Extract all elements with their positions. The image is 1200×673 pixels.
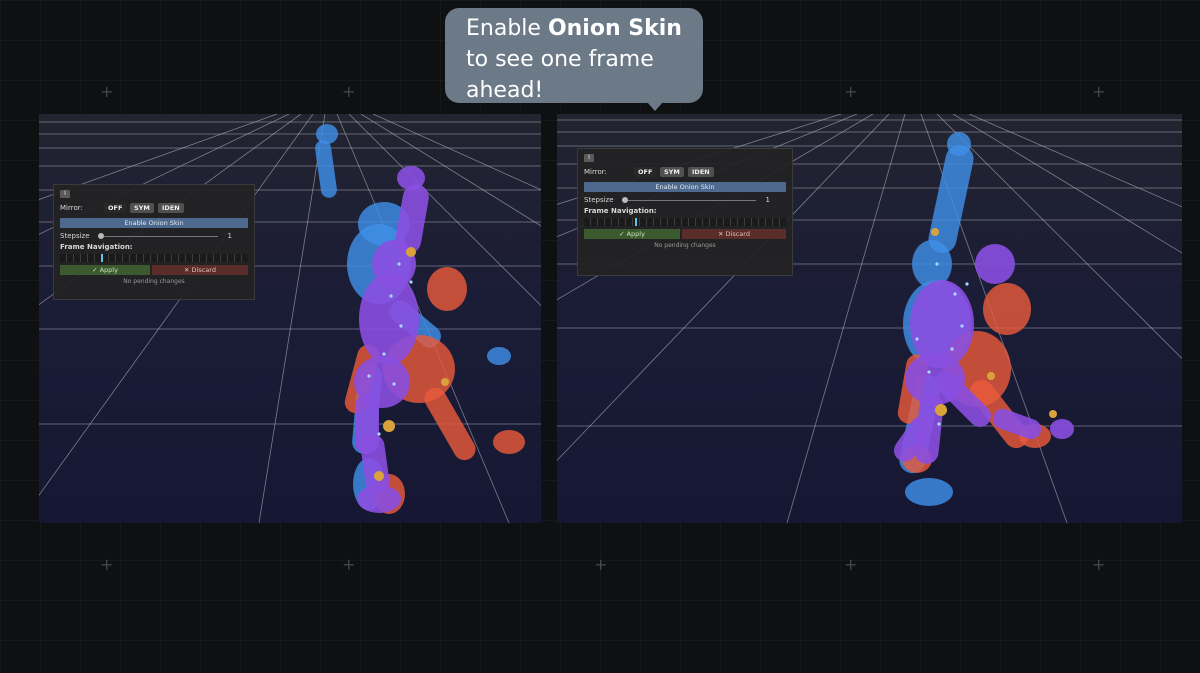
frame-navigation-timeline[interactable]	[584, 218, 786, 226]
callout-tail	[647, 102, 663, 111]
pending-status: No pending changes	[654, 242, 716, 249]
stepsize-label: Stepsize	[60, 232, 90, 240]
mirror-iden-button[interactable]: IDEN	[688, 167, 714, 177]
callout-line1-prefix: Enable	[466, 16, 548, 41]
stepsize-slider[interactable]	[624, 200, 756, 201]
collapse-button[interactable]: I	[584, 154, 594, 162]
background-cross-icon: +	[100, 82, 114, 101]
background-cross-icon: +	[342, 82, 356, 101]
onion-skin-tip-callout: Enable Onion Skin to see one frame ahead…	[445, 8, 703, 111]
frame-navigation-timeline[interactable]	[60, 254, 248, 262]
enable-onion-skin-button[interactable]: Enable Onion Skin	[584, 182, 786, 192]
background-cross-icon: +	[844, 555, 858, 574]
stepsize-slider-knob[interactable]	[622, 197, 628, 203]
viewport-right[interactable]: I Mirror: OFF SYM IDEN Enable Onion Skin…	[557, 114, 1182, 523]
callout-line3: ahead!	[466, 78, 544, 103]
mirror-off-button[interactable]: OFF	[104, 203, 127, 213]
mirror-sym-button[interactable]: SYM	[660, 167, 684, 177]
pending-status: No pending changes	[123, 278, 185, 285]
background-cross-icon: +	[844, 82, 858, 101]
stepsize-label: Stepsize	[584, 196, 614, 204]
callout-line1-bold: Onion Skin	[547, 16, 682, 41]
stepsize-value: 1	[227, 232, 232, 240]
frame-cursor[interactable]	[101, 254, 104, 262]
scene-left	[39, 114, 541, 523]
stepsize-value: 1	[765, 196, 770, 204]
mirror-row: Mirror: OFF SYM IDEN	[584, 167, 786, 177]
frame-navigation-label: Frame Navigation:	[584, 207, 657, 215]
discard-button[interactable]: ✕ Discard	[682, 229, 786, 239]
mirror-off-button[interactable]: OFF	[634, 167, 657, 177]
floor-grid	[39, 114, 541, 523]
stepsize-slider[interactable]	[100, 236, 218, 237]
pose-tool-panel: I Mirror: OFF SYM IDEN Enable Onion Skin…	[53, 184, 255, 300]
mirror-row: Mirror: OFF SYM IDEN	[60, 203, 248, 213]
mirror-label: Mirror:	[584, 168, 607, 176]
background-cross-icon: +	[594, 555, 608, 574]
apply-button[interactable]: ✓ Apply	[60, 265, 150, 275]
apply-button[interactable]: ✓ Apply	[584, 229, 680, 239]
enable-onion-skin-button[interactable]: Enable Onion Skin	[60, 218, 248, 228]
pose-tool-panel: I Mirror: OFF SYM IDEN Enable Onion Skin…	[577, 148, 793, 276]
stepsize-row: Stepsize 1	[60, 231, 248, 241]
stepsize-row: Stepsize 1	[584, 195, 786, 205]
callout-line2: to see one frame	[466, 47, 654, 72]
frame-navigation-label: Frame Navigation:	[60, 243, 133, 251]
callout-text: Enable Onion Skin to see one frame ahead…	[466, 13, 696, 106]
mirror-label: Mirror:	[60, 204, 83, 212]
discard-button[interactable]: ✕ Discard	[152, 265, 248, 275]
viewport-left[interactable]: I Mirror: OFF SYM IDEN Enable Onion Skin…	[39, 114, 541, 523]
collapse-button[interactable]: I	[60, 190, 70, 198]
background-cross-icon: +	[1092, 555, 1106, 574]
background-cross-icon: +	[342, 555, 356, 574]
frame-cursor[interactable]	[634, 218, 637, 226]
background-cross-icon: +	[100, 555, 114, 574]
stepsize-slider-knob[interactable]	[98, 233, 104, 239]
mirror-iden-button[interactable]: IDEN	[158, 203, 184, 213]
background-cross-icon: +	[1092, 82, 1106, 101]
mirror-sym-button[interactable]: SYM	[130, 203, 154, 213]
